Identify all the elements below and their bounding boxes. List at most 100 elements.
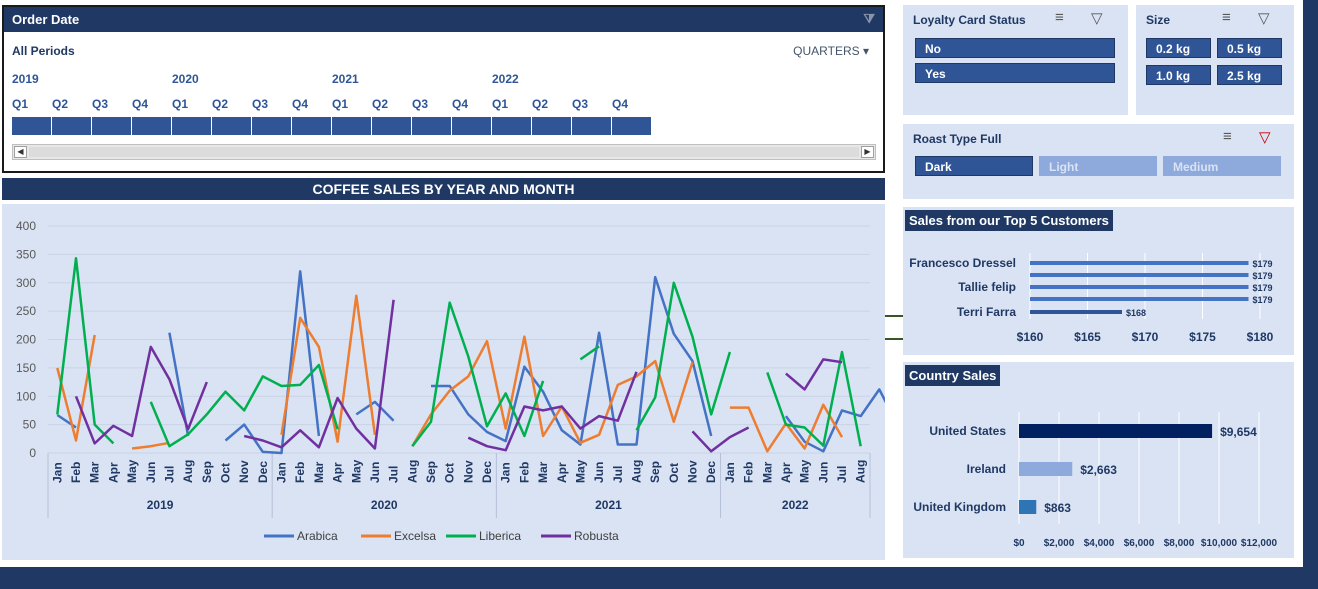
right-band bbox=[1303, 0, 1318, 589]
timeline-quarter-bar[interactable] bbox=[372, 117, 412, 135]
loyalty-option-no[interactable]: No bbox=[915, 38, 1115, 58]
timeline-quarter-bar[interactable] bbox=[132, 117, 172, 135]
x-tick-label: $4,000 bbox=[1084, 538, 1115, 549]
customer-bar-value: $168 bbox=[1126, 308, 1146, 318]
x-tick-label: Mar bbox=[760, 461, 774, 483]
timeline-quarter-label: Q1 bbox=[12, 97, 29, 111]
x-tick-label: $165 bbox=[1074, 330, 1101, 344]
timeline-quarter-label: Q4 bbox=[292, 97, 309, 111]
timeline-quarter-bar[interactable] bbox=[332, 117, 372, 135]
size-option-1-0kg[interactable]: 1.0 kg bbox=[1146, 65, 1211, 85]
timeline-quarter-bar[interactable] bbox=[612, 117, 652, 135]
x-tick-label: Nov bbox=[237, 460, 251, 483]
connector-line bbox=[885, 315, 903, 317]
customer-bar bbox=[1030, 285, 1249, 289]
customer-bar bbox=[1030, 273, 1249, 277]
x-tick-label: Oct bbox=[218, 463, 232, 483]
y-tick-label: 250 bbox=[16, 304, 36, 318]
country-name-label: United States bbox=[929, 424, 1006, 438]
x-tick-label: Sep bbox=[424, 461, 438, 483]
country-bar bbox=[1019, 500, 1037, 514]
timeline-quarter-label: Q1 bbox=[332, 97, 349, 111]
scroll-left-icon[interactable]: ◀ bbox=[14, 146, 27, 158]
chart-title: COFFEE SALES BY YEAR AND MONTH bbox=[2, 178, 885, 200]
timeline-quarter-bar[interactable] bbox=[412, 117, 452, 135]
country-name-label: United Kingdom bbox=[913, 500, 1006, 514]
clear-filter-icon[interactable]: ▽ bbox=[1259, 128, 1271, 146]
loyalty-slicer: Loyalty Card Status ≡ ▽ No Yes bbox=[903, 5, 1128, 115]
x-tick-label: Jul bbox=[611, 466, 625, 483]
scroll-thumb[interactable] bbox=[29, 147, 859, 157]
x-tick-label: $0 bbox=[1013, 538, 1025, 549]
timeline-scrollbar[interactable]: ◀ ▶ bbox=[12, 144, 876, 160]
series-line-liberica bbox=[56, 257, 115, 445]
timeline-quarter-bar[interactable] bbox=[172, 117, 212, 135]
y-tick-label: 100 bbox=[16, 389, 36, 403]
customer-bar bbox=[1030, 297, 1249, 301]
timeline-quarter-bar[interactable] bbox=[92, 117, 132, 135]
timeline-year-label: 2019 bbox=[12, 72, 39, 86]
clear-filter-icon[interactable]: ▽ bbox=[1258, 9, 1270, 27]
x-tick-label: Feb bbox=[742, 462, 756, 483]
x-tick-label: Oct bbox=[443, 463, 457, 483]
y-tick-label: 50 bbox=[23, 418, 37, 432]
timeline-quarter-bar[interactable] bbox=[572, 117, 612, 135]
x-tick-label: $8,000 bbox=[1164, 538, 1195, 549]
scroll-right-icon[interactable]: ▶ bbox=[861, 146, 874, 158]
year-label: 2019 bbox=[147, 498, 174, 512]
customer-bar-value: $179 bbox=[1253, 295, 1273, 305]
legend-label: Liberica bbox=[479, 529, 521, 543]
customer-bar bbox=[1030, 261, 1249, 265]
timeline-quarter-bar[interactable] bbox=[52, 117, 92, 135]
size-option-0-5kg[interactable]: 0.5 kg bbox=[1217, 38, 1282, 58]
x-tick-label: Sep bbox=[200, 461, 214, 483]
customer-name-label: Francesco Dressel bbox=[909, 256, 1016, 270]
connector-line bbox=[885, 338, 903, 340]
loyalty-option-yes[interactable]: Yes bbox=[915, 63, 1115, 83]
timeline-quarter-bar[interactable] bbox=[252, 117, 292, 135]
line-chart-svg: 0 50 100 150 200 250 300 350 400 Jan Feb Mar Apr May J… bbox=[16, 219, 900, 543]
y-tick-label: 400 bbox=[16, 219, 36, 233]
timeline-quarter-bar[interactable] bbox=[292, 117, 332, 135]
roast-option-medium[interactable]: Medium bbox=[1163, 156, 1281, 176]
x-tick-label: Jul bbox=[162, 466, 176, 483]
timeline-quarter-bar[interactable] bbox=[12, 117, 52, 135]
order-date-timeline[interactable]: Order Date ⧩ All Periods QUARTERS ▾ 2019… bbox=[2, 5, 885, 173]
x-tick-label: $170 bbox=[1132, 330, 1159, 344]
timeline-period-label: All Periods bbox=[12, 44, 75, 58]
x-tick-label: Nov bbox=[461, 460, 475, 483]
timeline-level-label: QUARTERS bbox=[793, 44, 860, 58]
timeline-quarter-label: Q4 bbox=[452, 97, 469, 111]
clear-filter-icon[interactable]: ⧩ bbox=[863, 11, 875, 27]
year-label: 2021 bbox=[595, 498, 622, 512]
timeline-quarter-bar[interactable] bbox=[532, 117, 572, 135]
y-tick-label: 200 bbox=[16, 333, 36, 347]
roast-option-light[interactable]: Light bbox=[1039, 156, 1157, 176]
timeline-quarter-label: Q3 bbox=[252, 97, 269, 111]
x-tick-label: $12,000 bbox=[1241, 538, 1278, 549]
clear-filter-icon[interactable]: ▽ bbox=[1091, 9, 1103, 27]
multi-select-icon[interactable]: ≡ bbox=[1222, 9, 1231, 26]
country-bar-value: $863 bbox=[1044, 501, 1071, 515]
x-tick-label: Jan bbox=[723, 462, 737, 483]
series-line-liberica bbox=[635, 281, 732, 431]
multi-select-icon[interactable]: ≡ bbox=[1223, 128, 1232, 145]
timeline-quarter-bar[interactable] bbox=[212, 117, 252, 135]
x-tick-label: Jun bbox=[592, 462, 606, 483]
timeline-quarter-bar[interactable] bbox=[452, 117, 492, 135]
x-tick-label: Aug bbox=[854, 460, 868, 483]
x-tick-label: Apr bbox=[779, 462, 793, 483]
timeline-level-dropdown[interactable]: QUARTERS ▾ bbox=[793, 44, 869, 58]
timeline-year-label: 2022 bbox=[492, 72, 519, 86]
multi-select-icon[interactable]: ≡ bbox=[1055, 9, 1064, 26]
size-option-2-5kg[interactable]: 2.5 kg bbox=[1217, 65, 1282, 85]
timeline-quarter-label: Q1 bbox=[172, 97, 189, 111]
roast-option-dark[interactable]: Dark bbox=[915, 156, 1033, 176]
x-tick-label: $6,000 bbox=[1124, 538, 1155, 549]
legend-label: Arabica bbox=[297, 529, 338, 543]
timeline-quarter-bar[interactable] bbox=[492, 117, 532, 135]
size-option-0-2kg[interactable]: 0.2 kg bbox=[1146, 38, 1211, 58]
x-tick-label: Nov bbox=[686, 460, 700, 483]
series-line-excelsa bbox=[131, 441, 170, 450]
year-label: 2020 bbox=[371, 498, 398, 512]
